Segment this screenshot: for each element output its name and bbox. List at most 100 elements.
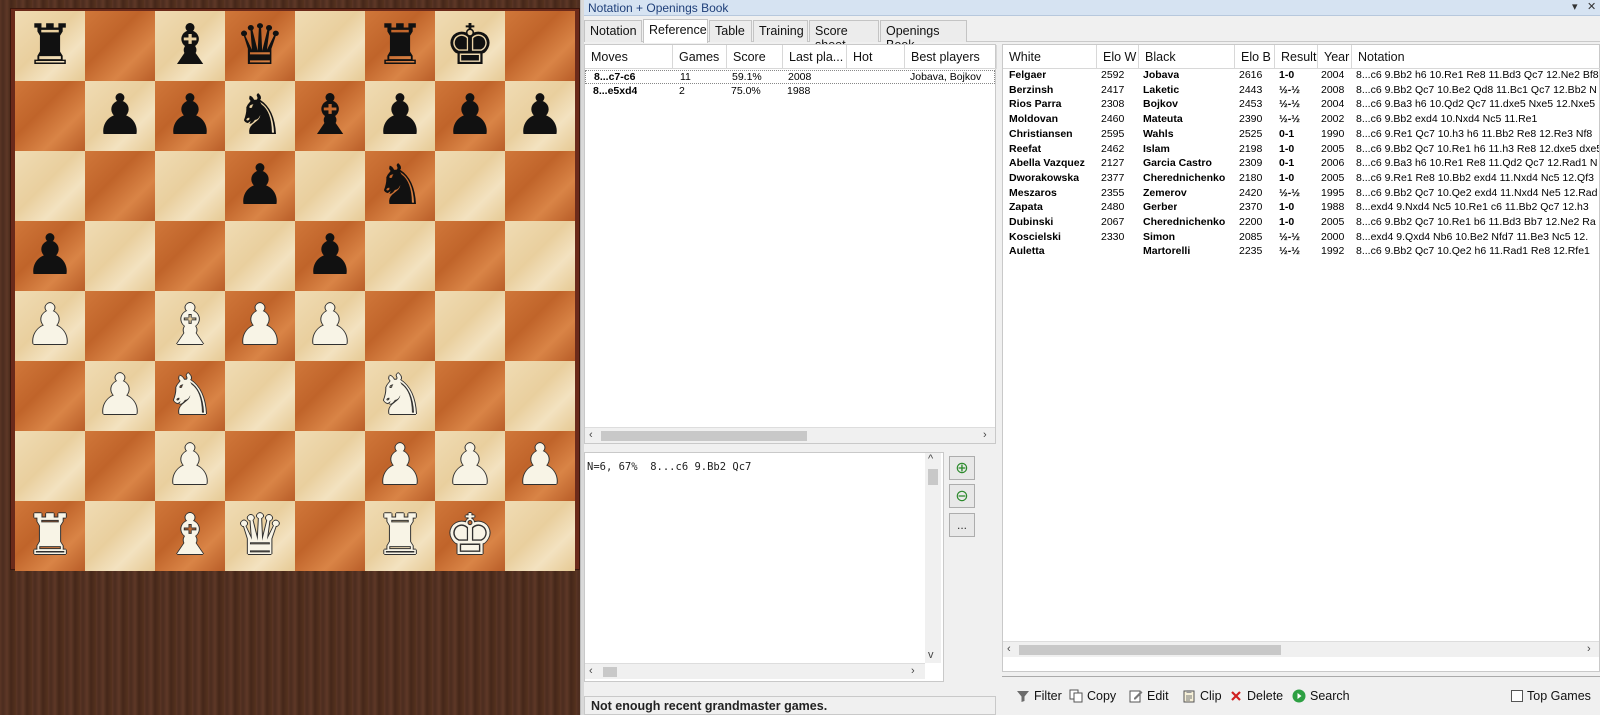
square-f5[interactable]	[365, 221, 435, 291]
square-h4[interactable]	[505, 291, 575, 361]
white-rook-icon[interactable]: ♜	[25, 508, 75, 564]
square-c2[interactable]: ♟	[155, 431, 225, 501]
table-row[interactable]: 8...c7-c6 11 59.1% 2008 Jobava, Bojkov	[585, 70, 995, 84]
games-horizontal-scrollbar[interactable]: ‹ ›	[1003, 641, 1599, 657]
delete-button[interactable]: Delete	[1229, 689, 1283, 703]
square-h7[interactable]: ♟	[505, 81, 575, 151]
square-b1[interactable]	[85, 501, 155, 571]
white-pawn-icon[interactable]: ♟	[25, 298, 75, 354]
square-b4[interactable]	[85, 291, 155, 361]
black-pawn-icon[interactable]: ♟	[95, 88, 145, 144]
square-c5[interactable]	[155, 221, 225, 291]
scrollbar-thumb[interactable]	[928, 469, 938, 485]
square-b3[interactable]: ♟	[85, 361, 155, 431]
search-button[interactable]: Search	[1292, 689, 1350, 703]
scrollbar-thumb[interactable]	[601, 431, 807, 441]
black-knight-icon[interactable]: ♞	[235, 88, 285, 144]
dropdown-icon[interactable]: ▾	[1572, 0, 1578, 13]
chess-board[interactable]: ♜ ♝ ♛ ♜ ♚ ♟ ♟ ♞ ♝ ♟ ♟ ♟ ♟ ♞ ♟ ♟ ♟ ♝ ♟ ♟ ♟ ♞ ♞ ♟ ♟ ♟ ♟ ♜ ♝ ♛ ♜ ♚	[15, 11, 575, 571]
square-e5[interactable]: ♟	[295, 221, 365, 291]
table-row[interactable]: Christiansen 2595 Wahls 2525 0-1 1990 8...c6 9…	[1003, 128, 1599, 142]
square-d2[interactable]	[225, 431, 295, 501]
square-h5[interactable]	[505, 221, 575, 291]
square-g1[interactable]: ♚	[435, 501, 505, 571]
square-g4[interactable]	[435, 291, 505, 361]
square-a3[interactable]	[15, 361, 85, 431]
scroll-left-icon[interactable]: ‹	[589, 665, 593, 677]
square-h2[interactable]: ♟	[505, 431, 575, 501]
table-row[interactable]: Auletta Martorelli 2235 ½-½ 1992 8...c6 9.Bb2…	[1003, 245, 1599, 259]
scroll-left-icon[interactable]: ‹	[589, 429, 593, 441]
table-row[interactable]: Koscielski 2330 Simon 2085 ½-½ 2000 8...exd4 9…	[1003, 231, 1599, 245]
col-header-white[interactable]: White	[1003, 45, 1097, 69]
black-rook-icon[interactable]: ♜	[25, 18, 75, 74]
black-pawn-icon[interactable]: ♟	[305, 228, 355, 284]
col-header-score[interactable]: Score	[727, 45, 783, 69]
square-a2[interactable]	[15, 431, 85, 501]
square-c8[interactable]: ♝	[155, 11, 225, 81]
table-row[interactable]: Zapata 2480 Gerber 2370 1-0 1988 8...exd4 9.Nx…	[1003, 201, 1599, 215]
table-row[interactable]: Reefat 2462 Islam 2198 1-0 2005 8...c6 9.Bb2 Q…	[1003, 143, 1599, 157]
square-f4[interactable]	[365, 291, 435, 361]
square-h6[interactable]	[505, 151, 575, 221]
table-row[interactable]: Abella Vazquez 2127 Garcia Castro 2309 0-1 20…	[1003, 157, 1599, 171]
square-a8[interactable]: ♜	[15, 11, 85, 81]
top-games-toggle[interactable]: Top Games	[1511, 689, 1591, 703]
square-b6[interactable]	[85, 151, 155, 221]
scroll-up-icon[interactable]: ^	[928, 453, 933, 465]
info-vertical-scrollbar[interactable]: ^ v	[925, 453, 941, 663]
white-pawn-icon[interactable]: ♟	[235, 298, 285, 354]
more-button[interactable]: ...	[949, 513, 975, 537]
scroll-right-icon[interactable]: ›	[983, 429, 987, 441]
table-row[interactable]: Felgaer 2592 Jobava 2616 1-0 2004 8...c6 9.Bb2…	[1003, 69, 1599, 83]
white-bishop-icon[interactable]: ♝	[165, 298, 215, 354]
table-row[interactable]: Dubinski 2067 Cherednichenko 2200 1-0 2005 8..…	[1003, 216, 1599, 230]
square-f2[interactable]: ♟	[365, 431, 435, 501]
tab-table[interactable]: Table	[709, 20, 752, 42]
black-pawn-icon[interactable]: ♟	[25, 228, 75, 284]
square-f3[interactable]: ♞	[365, 361, 435, 431]
zoom-out-button[interactable]: ⊖	[949, 484, 975, 508]
white-pawn-icon[interactable]: ♟	[165, 438, 215, 494]
tab-training[interactable]: Training	[753, 20, 808, 42]
col-header-elo-b[interactable]: Elo B	[1235, 45, 1275, 69]
zoom-in-button[interactable]: ⊕	[949, 456, 975, 480]
table-row[interactable]: Berzinsh 2417 Laketic 2443 ½-½ 2008 8...c6 9.B…	[1003, 84, 1599, 98]
square-c4[interactable]: ♝	[155, 291, 225, 361]
top-games-checkbox[interactable]	[1511, 690, 1523, 702]
col-header-notation[interactable]: Notation	[1352, 45, 1600, 69]
close-icon[interactable]: ✕	[1587, 0, 1596, 13]
square-h8[interactable]	[505, 11, 575, 81]
col-header-moves[interactable]: Moves	[585, 45, 673, 69]
col-header-result[interactable]: Result	[1275, 45, 1318, 69]
scrollbar-thumb[interactable]	[1019, 645, 1281, 655]
black-pawn-icon[interactable]: ♟	[445, 88, 495, 144]
white-pawn-icon[interactable]: ♟	[95, 368, 145, 424]
white-queen-icon[interactable]: ♛	[235, 508, 285, 564]
table-row[interactable]: Rios Parra 2308 Bojkov 2453 ½-½ 2004 8...c6 9.…	[1003, 98, 1599, 112]
square-c1[interactable]: ♝	[155, 501, 225, 571]
square-c7[interactable]: ♟	[155, 81, 225, 151]
white-rook-icon[interactable]: ♜	[375, 508, 425, 564]
square-c6[interactable]	[155, 151, 225, 221]
tab-score-sheet[interactable]: Score sheet	[809, 20, 879, 52]
square-e4[interactable]: ♟	[295, 291, 365, 361]
square-g8[interactable]: ♚	[435, 11, 505, 81]
col-header-best-players[interactable]: Best players	[905, 45, 997, 69]
black-pawn-icon[interactable]: ♟	[375, 88, 425, 144]
col-header-year[interactable]: Year	[1318, 45, 1352, 69]
col-header-black[interactable]: Black	[1139, 45, 1235, 69]
white-knight-icon[interactable]: ♞	[165, 368, 215, 424]
square-d1[interactable]: ♛	[225, 501, 295, 571]
square-h1[interactable]	[505, 501, 575, 571]
white-knight-icon[interactable]: ♞	[375, 368, 425, 424]
tab-notation[interactable]: Notation	[584, 20, 642, 42]
col-header-elo-w[interactable]: Elo W	[1097, 45, 1139, 69]
square-f1[interactable]: ♜	[365, 501, 435, 571]
edit-button[interactable]: Edit	[1129, 689, 1169, 703]
square-e3[interactable]	[295, 361, 365, 431]
square-g7[interactable]: ♟	[435, 81, 505, 151]
square-g3[interactable]	[435, 361, 505, 431]
table-row[interactable]: Moldovan 2460 Mateuta 2390 ½-½ 2002 8...c6 9.B…	[1003, 113, 1599, 127]
square-a1[interactable]: ♜	[15, 501, 85, 571]
